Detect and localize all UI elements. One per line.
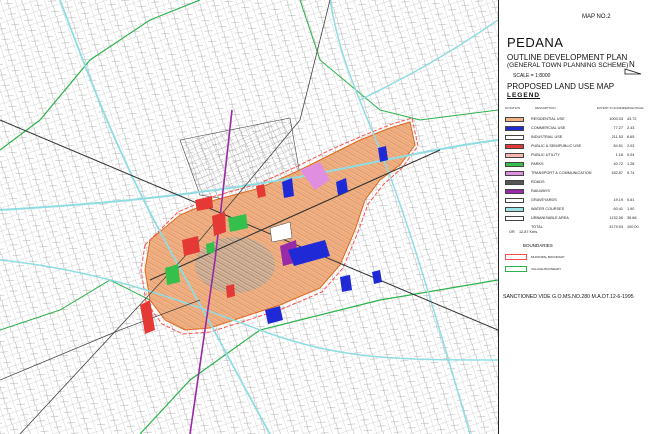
legend-row: WATER COURSES 60.41 1.90	[505, 206, 647, 214]
legend-swatch	[505, 180, 524, 185]
legend-percent: 6.65	[627, 135, 635, 139]
legend-row: GRAVEYARDS 19.19 0.61	[505, 197, 647, 205]
legend-swatch	[505, 171, 524, 176]
legend-row: RESIDENTIAL USE 1000.03 43.72	[505, 116, 647, 124]
public-semipublic-zone	[212, 212, 226, 236]
legend-extent: 40.72	[613, 162, 623, 166]
legend-swatch	[505, 144, 524, 149]
legend-row: ROADS	[505, 179, 647, 187]
municipal-boundary-swatch	[505, 254, 527, 260]
legend-swatch	[505, 216, 524, 221]
land-use-map-title: PROPOSED LAND USE MAP	[507, 82, 615, 91]
legend-swatch	[505, 135, 524, 140]
legend-row: PARKS 40.72 1.28	[505, 161, 647, 169]
legend-percent: 43.72	[627, 117, 637, 121]
legend-label: TRANSPORT & COMMUNICATION	[531, 171, 592, 175]
legend-label: TOTAL	[531, 225, 543, 229]
legend-percent: 0.04	[627, 153, 635, 157]
legend-panel: MAP NO.2 PEDANA OUTLINE DEVELOPMENT PLAN…	[498, 0, 650, 434]
legend-swatch	[505, 153, 524, 158]
village-boundary-swatch	[505, 266, 527, 272]
legend-label: COMMERCIAL USE	[531, 126, 566, 130]
legend-row: PUBLIC & SEMIPUBLIC USE 84.51 2.03	[505, 143, 647, 151]
map-number: MAP NO.2	[582, 14, 611, 20]
land-use-map[interactable]	[0, 0, 498, 434]
legend-swatch	[505, 117, 524, 122]
legend-label: ROADS	[531, 180, 545, 184]
public-semipublic-zone	[226, 284, 235, 298]
plan-scheme: (GENERAL TOWN PLANNING SCHEME)	[507, 62, 629, 69]
legend-percent: 2.43	[627, 126, 635, 130]
north-arrow-label: N	[629, 60, 635, 69]
total-length-note: OR 12.87 Kms.	[509, 230, 538, 234]
legend-col-notation: NOTATION	[505, 106, 521, 110]
legend-extent: 60.41	[613, 207, 623, 211]
legend-row: URBANISABLE AREA 1132.06 35.66	[505, 215, 647, 223]
legend-extent: 1000.03	[609, 117, 623, 121]
legend-swatch	[505, 126, 524, 131]
legend-label: PUBLIC UTILITY	[531, 153, 560, 157]
legend-row: RAILWAYS	[505, 188, 647, 196]
municipal-boundary-label: MUNICIPAL BOUNDARY	[531, 255, 565, 259]
park-zone	[206, 242, 215, 254]
legend-extent: 182.57	[611, 171, 623, 175]
legend-swatch	[505, 162, 524, 167]
plan-title: OUTLINE DEVELOPMENT PLAN	[507, 53, 628, 62]
legend-label: GRAVEYARDS	[531, 198, 557, 202]
legend-label: URBANISABLE AREA	[531, 216, 569, 220]
village-boundary-label: VILLAGE BOUNDARY	[531, 267, 562, 271]
legend-extent: 19.19	[613, 198, 623, 202]
legend-label: RESIDENTIAL USE	[531, 117, 565, 121]
legend-extent: 211.53	[611, 135, 623, 139]
legend-percent: 2.03	[627, 144, 635, 148]
total-length-prefix: OR	[509, 230, 515, 234]
legend-extent: 1132.06	[609, 216, 623, 220]
legend-row: PUBLIC UTILITY 1.16 0.04	[505, 152, 647, 160]
legend-label: WATER COURSES	[531, 207, 565, 211]
legend-swatch	[505, 207, 524, 212]
commercial-zone	[340, 275, 352, 292]
legend-extent: 3179.93	[609, 225, 623, 229]
north-arrow-icon: N	[624, 60, 642, 75]
legend-percent: 5.74	[627, 171, 635, 175]
total-length-value: 12.87 Kms.	[518, 230, 539, 234]
legend-label: PARKS	[531, 162, 544, 166]
legend-col-description: DESCRIPTION	[535, 106, 556, 110]
legend-extent: 84.51	[613, 144, 623, 148]
legend-col-percent: PERCENTAGE	[623, 106, 644, 110]
legend-percent: 0.61	[627, 198, 635, 202]
legend-percent: 100.00	[627, 225, 639, 229]
legend-swatch	[505, 189, 524, 194]
legend-label: RAILWAYS	[531, 189, 550, 193]
legend-extent: 1.16	[615, 153, 623, 157]
legend-row: TRANSPORT & COMMUNICATION 182.57 5.74	[505, 170, 647, 178]
legend-percent: 1.28	[627, 162, 635, 166]
sanction-note: SANCTIONED VIDE G.O.MS.NO.280 M.A.DT.12-…	[503, 294, 634, 300]
legend-col-extent: EXTENT IN ACRES	[597, 106, 624, 110]
legend-row: INDUSTRIAL USE 211.53 6.65	[505, 134, 647, 142]
legend-row: COMMERCIAL USE 77.27 2.43	[505, 125, 647, 133]
legend-percent: 35.66	[627, 216, 637, 220]
legend-percent: 1.90	[627, 207, 635, 211]
legend-label: PUBLIC & SEMIPUBLIC USE	[531, 144, 582, 148]
boundaries-heading: BOUNDARIES	[523, 243, 553, 248]
legend-extent: 77.27	[613, 126, 623, 130]
map-scale: SCALE = 1:8000	[513, 73, 551, 79]
town-name: PEDANA	[507, 35, 564, 50]
legend-heading: LEGEND	[507, 92, 541, 99]
legend-label: INDUSTRIAL USE	[531, 135, 563, 139]
legend-swatch	[505, 198, 524, 203]
